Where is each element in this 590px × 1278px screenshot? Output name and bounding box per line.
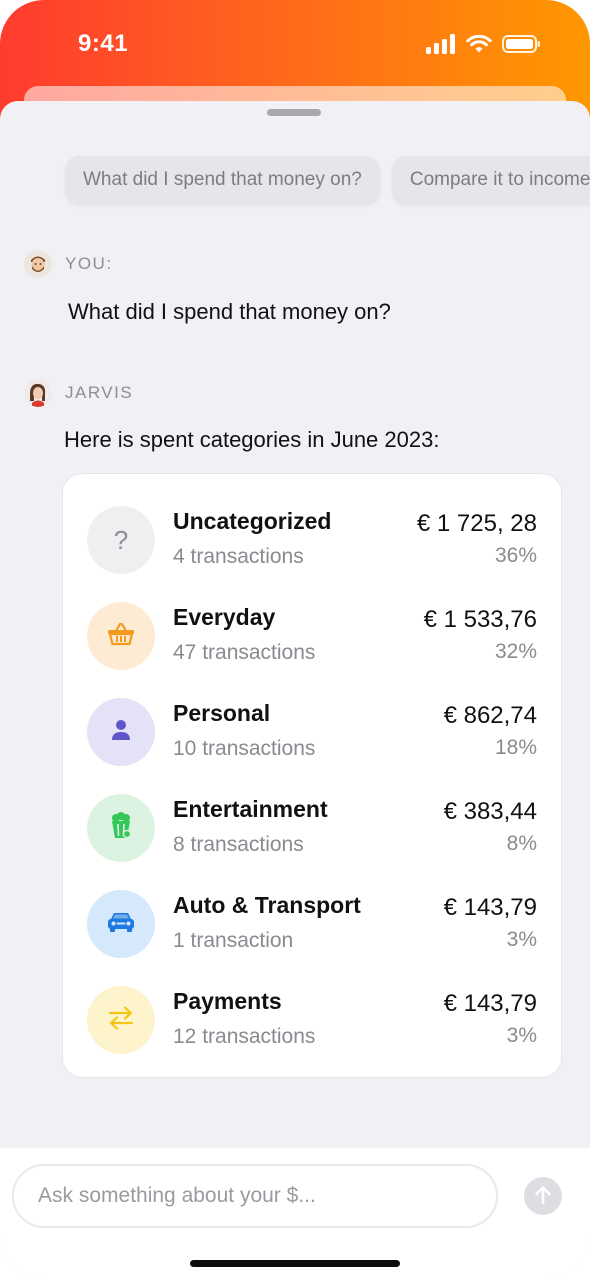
category-row[interactable]: Personal 10 transactions € 862,74 18% xyxy=(63,698,563,794)
sender-label: YOU: xyxy=(65,254,113,273)
category-icon-circle xyxy=(87,602,155,670)
category-count: 47 transactions xyxy=(173,641,316,664)
user-message-text: What did I spend that money on? xyxy=(68,299,391,324)
basket-icon xyxy=(107,622,135,651)
category-amount: € 862,74 xyxy=(443,702,537,729)
category-count: 10 transactions xyxy=(173,737,316,760)
category-name: Entertainment xyxy=(173,796,328,822)
car-icon xyxy=(106,911,136,938)
category-row[interactable]: Payments 12 transactions € 143,79 3% xyxy=(63,986,563,1082)
category-row[interactable]: Auto & Transport 1 transaction € 143,79 … xyxy=(63,890,563,986)
category-percent: 36% xyxy=(494,544,537,567)
category-percent: 32% xyxy=(494,640,537,663)
category-count: 8 transactions xyxy=(173,833,304,856)
category-row[interactable]: Entertainment 8 transactions € 383,44 8% xyxy=(63,794,563,890)
chat-sheet: What did I spend that money on? Compare … xyxy=(0,101,590,1278)
category-percent: 3% xyxy=(506,928,537,951)
status-icons xyxy=(426,34,542,59)
user-sender: YOU: xyxy=(24,250,113,278)
category-icon-circle xyxy=(87,890,155,958)
category-name: Uncategorized xyxy=(173,508,332,534)
category-amount: € 383,44 xyxy=(443,798,537,825)
status-time: 9:41 xyxy=(78,30,129,57)
category-name: Everyday xyxy=(173,604,276,630)
popcorn-icon xyxy=(110,811,132,845)
person-icon xyxy=(110,719,132,746)
category-icon-circle xyxy=(87,794,155,862)
category-name: Payments xyxy=(173,988,282,1014)
category-row[interactable]: Everyday 47 transactions € 1 533,76 32% xyxy=(63,602,563,698)
send-button[interactable] xyxy=(524,1177,562,1215)
phone-screen: 9:41 What did I spend that money on? Com… xyxy=(0,0,590,1278)
user-avatar xyxy=(24,250,52,278)
category-row[interactable]: ? Uncategorized 4 transactions € 1 725, … xyxy=(63,506,563,602)
composer-bar xyxy=(0,1148,590,1278)
category-percent: 8% xyxy=(506,832,537,855)
home-indicator xyxy=(190,1260,400,1267)
arrows-exchange-icon xyxy=(108,1005,134,1035)
message-input[interactable] xyxy=(12,1164,498,1228)
battery-icon xyxy=(502,34,542,59)
question-icon: ? xyxy=(113,524,129,555)
cellular-signal-icon xyxy=(426,34,456,59)
sheet-grabber[interactable] xyxy=(267,109,321,116)
suggestion-chip[interactable]: Compare it to income xyxy=(391,156,590,204)
category-percent: 18% xyxy=(494,736,537,759)
wifi-icon xyxy=(466,34,492,59)
category-count: 1 transaction xyxy=(173,929,294,952)
sender-label: JARVIS xyxy=(65,383,134,402)
category-amount: € 1 533,76 xyxy=(423,606,537,633)
category-icon-circle: ? xyxy=(87,506,155,574)
assistant-message-text: Here is spent categories in June 2023: xyxy=(64,427,440,452)
category-name: Auto & Transport xyxy=(173,892,361,918)
category-amount: € 1 725, 28 xyxy=(416,510,537,537)
assistant-sender: JARVIS xyxy=(24,379,133,407)
category-count: 4 transactions xyxy=(173,545,304,568)
assistant-avatar xyxy=(24,379,52,407)
arrow-up-icon xyxy=(534,1185,552,1208)
suggestion-chips: What did I spend that money on? Compare … xyxy=(65,156,590,204)
category-amount: € 143,79 xyxy=(443,990,537,1017)
category-icon-circle xyxy=(87,986,155,1054)
category-percent: 3% xyxy=(506,1024,537,1047)
category-icon-circle xyxy=(87,698,155,766)
category-count: 12 transactions xyxy=(173,1025,316,1048)
category-name: Personal xyxy=(173,700,271,726)
suggestion-chip[interactable]: What did I spend that money on? xyxy=(65,156,380,204)
category-amount: € 143,79 xyxy=(443,894,537,921)
spending-categories-card: ? Uncategorized 4 transactions € 1 725, … xyxy=(62,473,562,1078)
